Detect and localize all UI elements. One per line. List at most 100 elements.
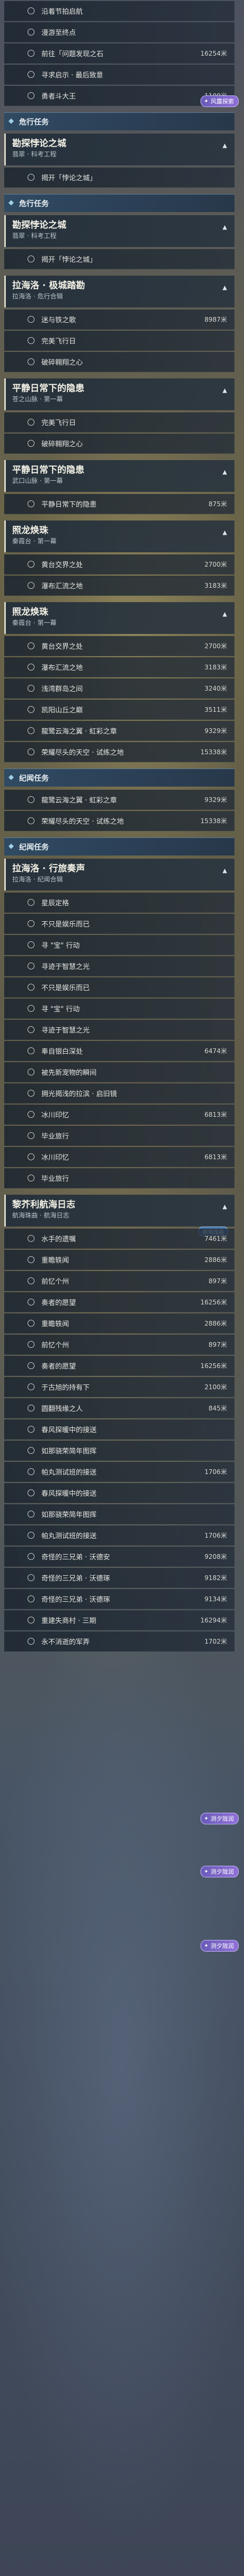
region-badge: ✦ 测夕陇润 [200, 1866, 239, 1877]
quest-step-row[interactable]: 帕丸测试班的接送 1706米 [4, 1525, 234, 1546]
quest-step-row[interactable]: 前往「问题发现之石 16254米 [4, 43, 234, 64]
chevron-up-icon[interactable]: ▲ [223, 284, 227, 291]
quest-step-row[interactable]: 拥光揭浅的拉滨 · 启旧镜 [4, 1083, 234, 1104]
step-label: 冰川印忆 [41, 1111, 69, 1119]
quest-step-row[interactable]: 重建失商村 · 三期 16294米 [4, 1610, 234, 1630]
step-circle-icon [28, 817, 34, 824]
quest-step-row[interactable]: 破碎翱翔之心 [4, 352, 234, 372]
quest-step-row[interactable]: 沿着节拍启航 [4, 1, 234, 21]
quest-step-row[interactable]: 奇怪的三兄弟 · 沃德琢 9134米 [4, 1589, 234, 1609]
quest-step-row[interactable]: 平静日常下的隐患 875米 [4, 494, 234, 514]
quest-step-row[interactable]: 重瞻轶闻 2886米 [4, 1250, 234, 1270]
region-badge-label: 测夕陇润 [211, 1943, 234, 1949]
quest-step-row[interactable]: 漫游至终点 [4, 22, 234, 42]
quest-step-row[interactable]: 冰川印忆 6813米 [4, 1105, 234, 1125]
quest-step-row[interactable]: 奇怪的三兄弟 · 沃德琢 9182米 [4, 1568, 234, 1588]
chevron-up-icon[interactable]: ▲ [223, 611, 227, 617]
quest-step-row[interactable]: 荣耀尽头的天空 · 试练之地 15338米 [4, 811, 234, 831]
quest-card[interactable]: 勘探悖论之城 翡翠 · 科考工程 ▲ [4, 134, 234, 165]
quest-title: 照龙焕珠 [12, 607, 48, 617]
step-circle-icon [28, 1005, 34, 1012]
quest-step-row[interactable]: 完美飞行日 [4, 331, 234, 351]
quest-step-row[interactable]: 寻求启示 · 最后致意 [4, 65, 234, 85]
quest-step-row[interactable]: 浅湾群岛之间 3240米 [4, 678, 234, 699]
quest-card[interactable]: 勘探悖论之城 翡翠 · 科考工程 ▲ [4, 215, 234, 247]
quest-card[interactable]: 拉海洛 · 行旅奏声 拉海洛 · 纪闻合辑 ▲ [4, 859, 234, 890]
quest-step-row[interactable]: 于古旭的持有下 2100米 [4, 1377, 234, 1397]
chevron-up-icon[interactable]: ▲ [223, 529, 227, 536]
quest-step-row[interactable]: 前忆个州 897米 [4, 1271, 234, 1291]
quest-step-row[interactable]: 龍鹭云海之翼 · 虹彩之章 9329米 [4, 721, 234, 741]
quest-subtitle: 秦霞台 · 第一幕 [12, 619, 57, 627]
quest-step-row[interactable]: 不只是娱乐而已 [4, 977, 234, 998]
step-circle-icon [28, 29, 34, 36]
step-circle-icon [28, 1111, 34, 1118]
quest-step-row[interactable]: 黄台交界之处 2700米 [4, 636, 234, 656]
step-label: 毕业旅行 [41, 1175, 69, 1183]
quest-step-row[interactable]: 龍鹭云海之翼 · 虹彩之章 9329米 [4, 790, 234, 810]
quest-step-row[interactable]: 冰川印忆 6813米 [4, 1147, 234, 1167]
step-circle-icon [28, 1468, 34, 1475]
quest-step-row[interactable]: 揭开「悖论之城」 [4, 249, 234, 269]
step-circle-icon [28, 358, 34, 365]
quest-step-row[interactable]: 完美飞行日 [4, 412, 234, 433]
quest-step-row[interactable]: 永不消逝的军弄 1702米 [4, 1631, 234, 1652]
quest-step-row[interactable]: 寻迹于智慧之光 [4, 956, 234, 976]
quest-step-row[interactable]: 勇者斗大王1100米 [4, 86, 234, 106]
step-label: 寻迹于智慧之光 [41, 1027, 90, 1035]
quest-step-row[interactable]: 迷与铁之歌 8987米 [4, 310, 234, 330]
chevron-up-icon[interactable]: ▲ [223, 224, 227, 231]
quest-step-row[interactable]: 春风探暖中的接送 [4, 1483, 234, 1503]
quest-step-row[interactable]: 凯阳山丘之巅 3511米 [4, 700, 234, 720]
quest-step-row[interactable]: 奏者的愿望 16256米 [4, 1292, 234, 1312]
quest-step-row[interactable]: 前忆个州 897米 [4, 1335, 234, 1355]
quest-card[interactable]: 平静日常下的隐患 苍之山脉 · 第一幕 ▲ [4, 378, 234, 410]
step-label: 不只是娱乐而已 [41, 984, 90, 992]
step-label: 如那骁荣简年图挥 [41, 1511, 97, 1519]
quest-step-row[interactable]: 如那骁荣简年图挥 [4, 1504, 234, 1524]
quest-step-row[interactable]: 星辰定格 [4, 893, 234, 913]
quest-step-row[interactable]: 帕丸测试班的接送 1706米 [4, 1462, 234, 1482]
quest-step-row[interactable]: 黄台交界之处 2700米 [4, 554, 234, 575]
quest-step-row[interactable]: 重瞻轶闻 2886米 [4, 1313, 234, 1334]
step-circle-icon [28, 1235, 34, 1242]
quest-step-row[interactable]: 奏者的愿望 16256米 [4, 1356, 234, 1376]
quest-step-row[interactable]: 破碎翱翔之心 [4, 434, 234, 454]
quest-step-row[interactable]: 毕业旅行 [4, 1168, 234, 1188]
step-circle-icon [28, 899, 34, 906]
quest-step-row[interactable]: 荣耀尽头的天空 · 试练之地 15338米 [4, 742, 234, 762]
quest-step-row[interactable]: 揭开「悖论之城」 [4, 167, 234, 188]
quest-step-row[interactable]: 不只是娱乐而已 [4, 914, 234, 934]
quest-step-row[interactable]: 被先新宠物的瞬间 [4, 1062, 234, 1082]
quest-step-row[interactable]: 如那骁荣简年图挥 [4, 1441, 234, 1461]
quest-step-row[interactable]: 奉自银白深处 6474米 [4, 1041, 234, 1061]
chevron-up-icon[interactable]: ▲ [223, 469, 227, 475]
quest-step-row[interactable]: 寻迹于智慧之光 [4, 1020, 234, 1040]
step-circle-icon [28, 920, 34, 927]
step-circle-icon [28, 440, 34, 447]
step-label: 不只是娱乐而已 [41, 921, 90, 929]
quest-step-row[interactable]: 瀑布汇流之地 3183米 [4, 657, 234, 677]
quest-step-row[interactable]: 圆翻残缘之人 845米 [4, 1398, 234, 1418]
quest-subtitle: 拉海洛 · 危行合辑 [12, 293, 63, 300]
quest-card[interactable]: 拉海洛 · 极城踏勘 拉海洛 · 危行合辑 ▲ [4, 276, 234, 307]
step-circle-icon [28, 1489, 34, 1496]
chevron-up-icon[interactable]: ▲ [223, 142, 227, 149]
quest-card[interactable]: 黎芥利航海日志航海珠曲 · 航海日志▲航海珠曲 [4, 1195, 234, 1236]
quest-step-row[interactable]: 寻 "宝" 行动 [4, 999, 234, 1019]
quest-step-row[interactable]: 水手的遗嘱 7461米 [4, 1229, 234, 1249]
chevron-up-icon[interactable]: ▲ [223, 387, 227, 394]
quest-step-row[interactable]: 瀑布汇流之地 3183米 [4, 576, 234, 596]
quest-step-row[interactable]: 寻 "宝" 行动 [4, 935, 234, 955]
step-label: 奇怪的三兄弟 · 沃德安 [41, 1554, 110, 1562]
step-circle-icon [28, 419, 34, 426]
quest-card[interactable]: 平静日常下的隐患 武口山脉 · 第一幕 ▲ [4, 460, 234, 492]
quest-step-row[interactable]: 毕业旅行 [4, 1126, 234, 1146]
quest-card[interactable]: 照龙焕珠秦霞台 · 第一幕 ▲ [4, 602, 234, 634]
chevron-up-icon[interactable]: ▲ [223, 1203, 227, 1210]
chevron-up-icon[interactable]: ▲ [223, 867, 227, 874]
quest-step-row[interactable]: 奇怪的三兄弟 · 沃德安 9208米 [4, 1547, 234, 1567]
task-icon: ◆ [8, 199, 14, 207]
quest-card[interactable]: 照龙焕珠 秦霞台 · 第一幕 ▲ [4, 521, 234, 552]
quest-step-row[interactable]: 春风探暖中的接送 [4, 1419, 234, 1440]
